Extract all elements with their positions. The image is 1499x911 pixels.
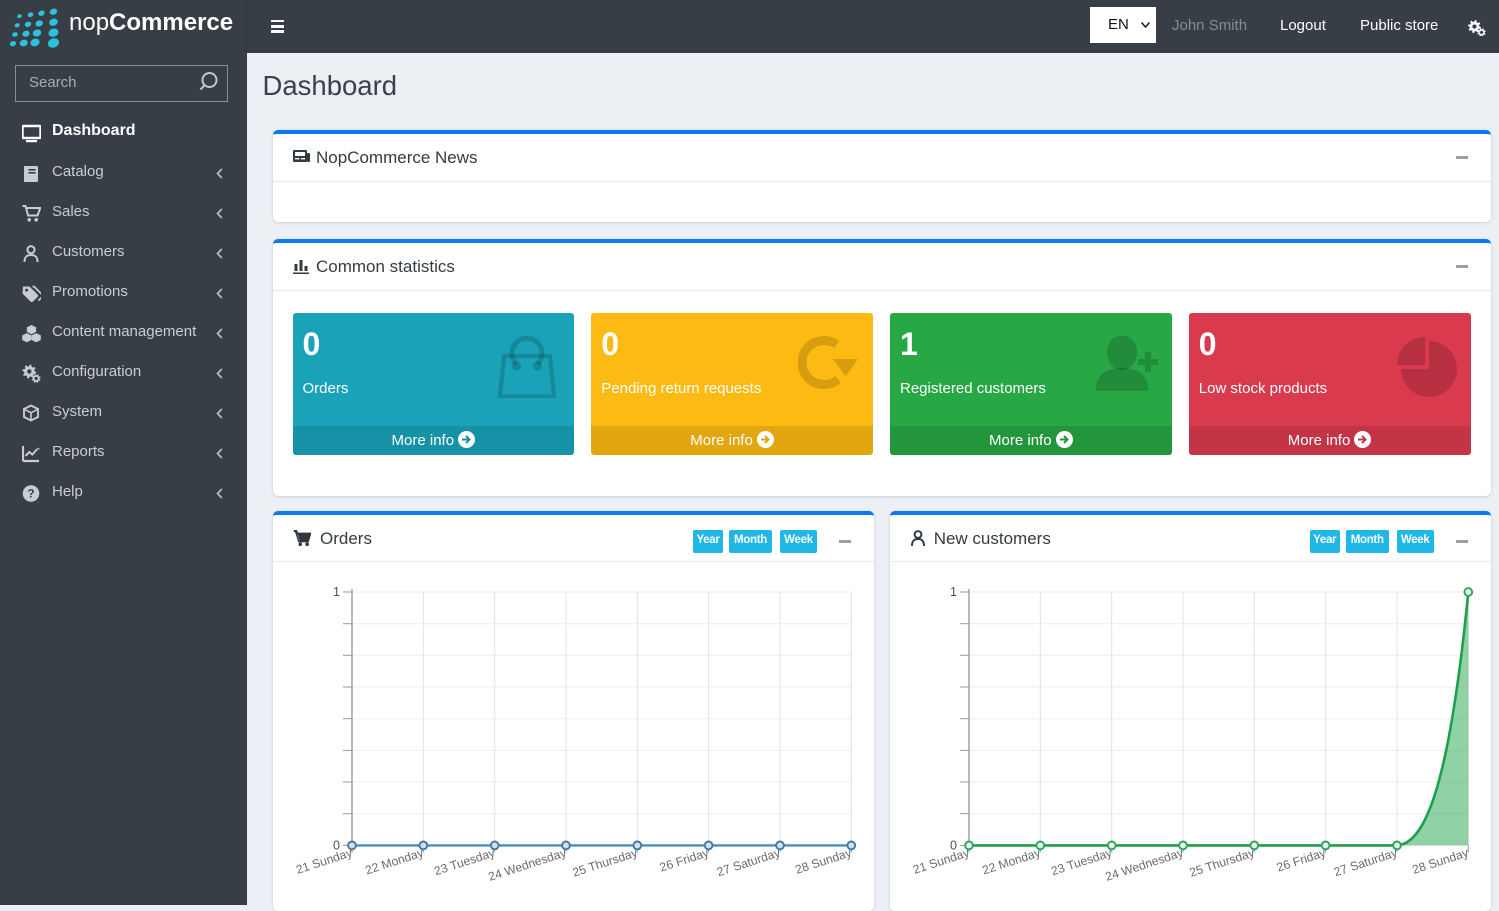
svg-text:1: 1: [333, 585, 340, 599]
svg-text:?: ?: [27, 489, 34, 501]
svg-text:26 Friday: 26 Friday: [1275, 845, 1329, 874]
svg-text:25 Thursday: 25 Thursday: [1187, 845, 1256, 879]
svg-text:27 Saturday: 27 Saturday: [1332, 845, 1400, 879]
svg-text:21 Sunday: 21 Sunday: [294, 845, 355, 877]
svg-text:27 Saturday: 27 Saturday: [715, 845, 783, 879]
svg-text:24 Wednesday: 24 Wednesday: [1103, 845, 1185, 884]
svg-text:24 Wednesday: 24 Wednesday: [486, 845, 568, 884]
svg-text:28 Sunday: 28 Sunday: [793, 845, 854, 877]
svg-text:22 Monday: 22 Monday: [980, 845, 1043, 877]
svg-text:28 Sunday: 28 Sunday: [1410, 845, 1471, 877]
svg-text:1: 1: [950, 585, 957, 599]
svg-text:26 Friday: 26 Friday: [658, 845, 712, 874]
svg-text:22 Monday: 22 Monday: [364, 845, 427, 877]
svg-text:21 Sunday: 21 Sunday: [911, 845, 972, 877]
svg-text:25 Thursday: 25 Thursday: [571, 845, 640, 879]
